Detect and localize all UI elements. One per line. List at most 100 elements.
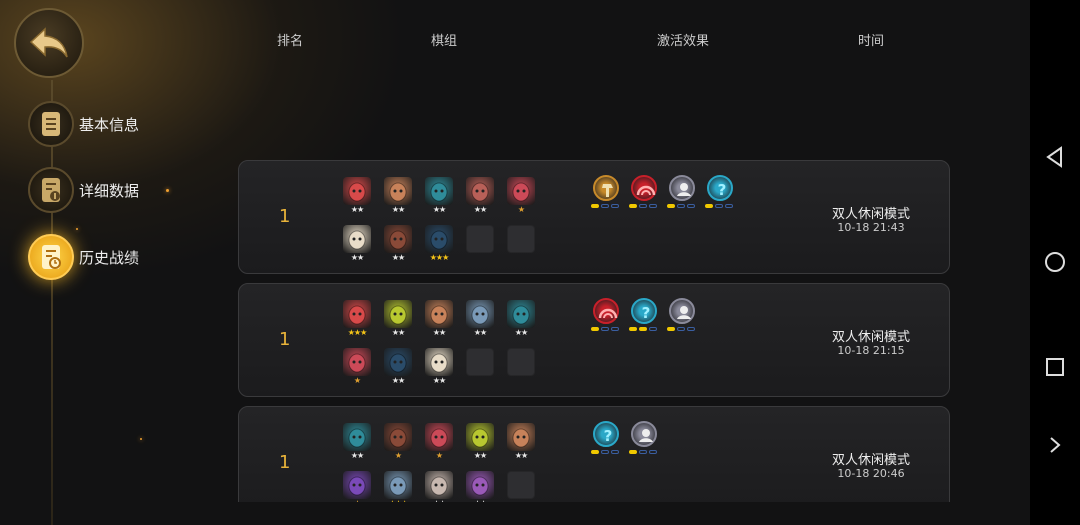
unit-star-rating: ★★: [391, 376, 405, 385]
unit-portrait-icon: [384, 423, 412, 451]
trait-level-bar: [667, 327, 697, 331]
empty-unit-slot: [507, 471, 535, 502]
chess-unit[interactable]: ★★: [466, 300, 494, 338]
unit-star-rating: [507, 376, 535, 386]
chess-unit[interactable]: ★★: [507, 423, 535, 461]
chess-unit[interactable]: ★: [425, 423, 453, 461]
history-record-row[interactable]: 1★★★★★★★★★★★★★★★★?双人休闲模式10-18 20:46: [238, 406, 950, 502]
unit-star-rating: ★★: [432, 205, 446, 214]
stats-doc-icon: [28, 167, 74, 213]
chess-unit[interactable]: ★★: [384, 348, 412, 386]
home-nav-button[interactable]: [1042, 249, 1068, 275]
trait-level-segment: [639, 450, 647, 454]
chess-unit[interactable]: ★★: [425, 348, 453, 386]
rank-value: 1: [279, 452, 291, 473]
trait-level-bar: [591, 327, 621, 331]
trait-level-bar: [629, 327, 659, 331]
chess-unit[interactable]: ★★: [343, 225, 371, 263]
person-icon: [669, 175, 695, 201]
system-nav-bar: [1030, 0, 1080, 525]
hammer-icon: [593, 175, 619, 201]
unit-star-rating: ★★: [350, 253, 364, 262]
unit-star-rating: ★: [353, 376, 361, 385]
chess-unit[interactable]: ★★: [466, 177, 494, 215]
match-timestamp: 10-18 21:15: [837, 344, 905, 357]
chess-unit[interactable]: ★: [343, 471, 371, 502]
trait-level-segment: [601, 450, 609, 454]
chess-unit[interactable]: ★★★: [343, 300, 371, 338]
rank-value: 1: [279, 206, 291, 227]
unit-star-rating: ★★: [432, 328, 446, 337]
chess-unit[interactable]: ★★: [425, 300, 453, 338]
trait-level-segment: [611, 204, 619, 208]
sidebar-item-match-history[interactable]: 历史战绩: [28, 234, 139, 280]
chess-unit[interactable]: ★★: [425, 471, 453, 502]
chess-unit[interactable]: ★★: [466, 423, 494, 461]
game-mode-label: 双人休闲模式: [831, 330, 910, 345]
activated-trait[interactable]: [629, 421, 659, 454]
chess-unit[interactable]: ★: [507, 177, 535, 215]
activated-trait[interactable]: [667, 298, 697, 331]
activated-trait[interactable]: ?: [629, 298, 659, 331]
activated-trait[interactable]: [667, 175, 697, 208]
trait-level-bar: [705, 204, 735, 208]
question-icon: ?: [593, 421, 619, 447]
sidebar-item-detailed-data[interactable]: 详细数据: [28, 167, 139, 213]
unit-portrait-icon: [507, 300, 535, 328]
square-recents-icon: [1046, 358, 1064, 376]
activated-trait[interactable]: ?: [705, 175, 735, 208]
unit-star-rating: ★★: [514, 451, 528, 460]
unit-star-rating: ★★: [391, 328, 405, 337]
back-button[interactable]: [14, 8, 84, 78]
chess-unit[interactable]: ★: [343, 348, 371, 386]
trait-level-segment: [715, 204, 723, 208]
chess-unit[interactable]: ★★: [384, 177, 412, 215]
history-doc-icon: [28, 234, 74, 280]
unit-portrait-icon: [384, 300, 412, 328]
history-record-row[interactable]: 1 ★★ ★★ ★★ ★★ ★ ★★ ★★ ★★★? 双人休闲模式 10-18 21:43: [238, 160, 950, 274]
chess-unit[interactable]: ★★: [384, 300, 412, 338]
game-mode-label: 双人休闲模式: [831, 207, 910, 222]
chess-unit[interactable]: ★★: [384, 225, 412, 263]
trait-level-segment: [591, 204, 599, 208]
circle-home-icon: [1045, 252, 1065, 272]
unit-star-rating: ★★: [466, 499, 494, 502]
empty-slot: [466, 348, 494, 376]
trait-level-bar: [591, 450, 621, 454]
trait-level-segment: [649, 450, 657, 454]
unit-star-rating: ★★: [473, 205, 487, 214]
sidebar-item-label: 历史战绩: [79, 248, 140, 267]
expand-nav-button[interactable]: [1042, 432, 1068, 458]
history-record-row[interactable]: 1 ★★★ ★★ ★★ ★★ ★★ ★ ★★ ★★? 双人休闲模式 10-18 21:15: [238, 283, 950, 397]
header-effects: 激活效果: [657, 34, 710, 49]
chess-unit[interactable]: ★: [384, 423, 412, 461]
chess-unit[interactable]: ★★★: [384, 471, 412, 502]
unit-star-rating: ★: [435, 451, 443, 460]
trait-level-segment: [649, 327, 657, 331]
match-history-list[interactable]: 1 ★★ ★★ ★★ ★★ ★ ★★ ★★ ★★★? 双人休闲模式 10-18 21:43 1 ★★★ ★…: [238, 160, 952, 502]
trait-level-segment: [591, 450, 599, 454]
unit-star-rating: ★★: [391, 205, 405, 214]
sidebar-item-basic-info[interactable]: 基本信息: [28, 101, 139, 147]
question-icon: ?: [631, 298, 657, 324]
back-nav-button[interactable]: [1042, 144, 1068, 170]
empty-slot: [466, 225, 494, 253]
unit-portrait-icon: [384, 348, 412, 376]
recents-nav-button[interactable]: [1042, 354, 1068, 380]
chess-unit[interactable]: ★★★: [425, 225, 453, 263]
activated-trait[interactable]: ?: [591, 421, 621, 454]
activated-trait[interactable]: [629, 175, 659, 208]
chess-unit[interactable]: ★★: [343, 423, 371, 461]
chess-unit[interactable]: ★★: [466, 471, 494, 502]
chess-unit[interactable]: ★★: [425, 177, 453, 215]
unit-star-rating: [507, 499, 535, 502]
trait-level-segment: [591, 327, 599, 331]
activated-trait[interactable]: [591, 175, 621, 208]
activated-trait[interactable]: [591, 298, 621, 331]
trait-level-segment: [667, 204, 675, 208]
ember-decoration: [76, 228, 78, 230]
trait-level-bar: [591, 204, 621, 208]
chess-unit[interactable]: ★★: [507, 300, 535, 338]
unit-portrait-icon: [343, 348, 371, 376]
chess-unit[interactable]: ★★: [343, 177, 371, 215]
